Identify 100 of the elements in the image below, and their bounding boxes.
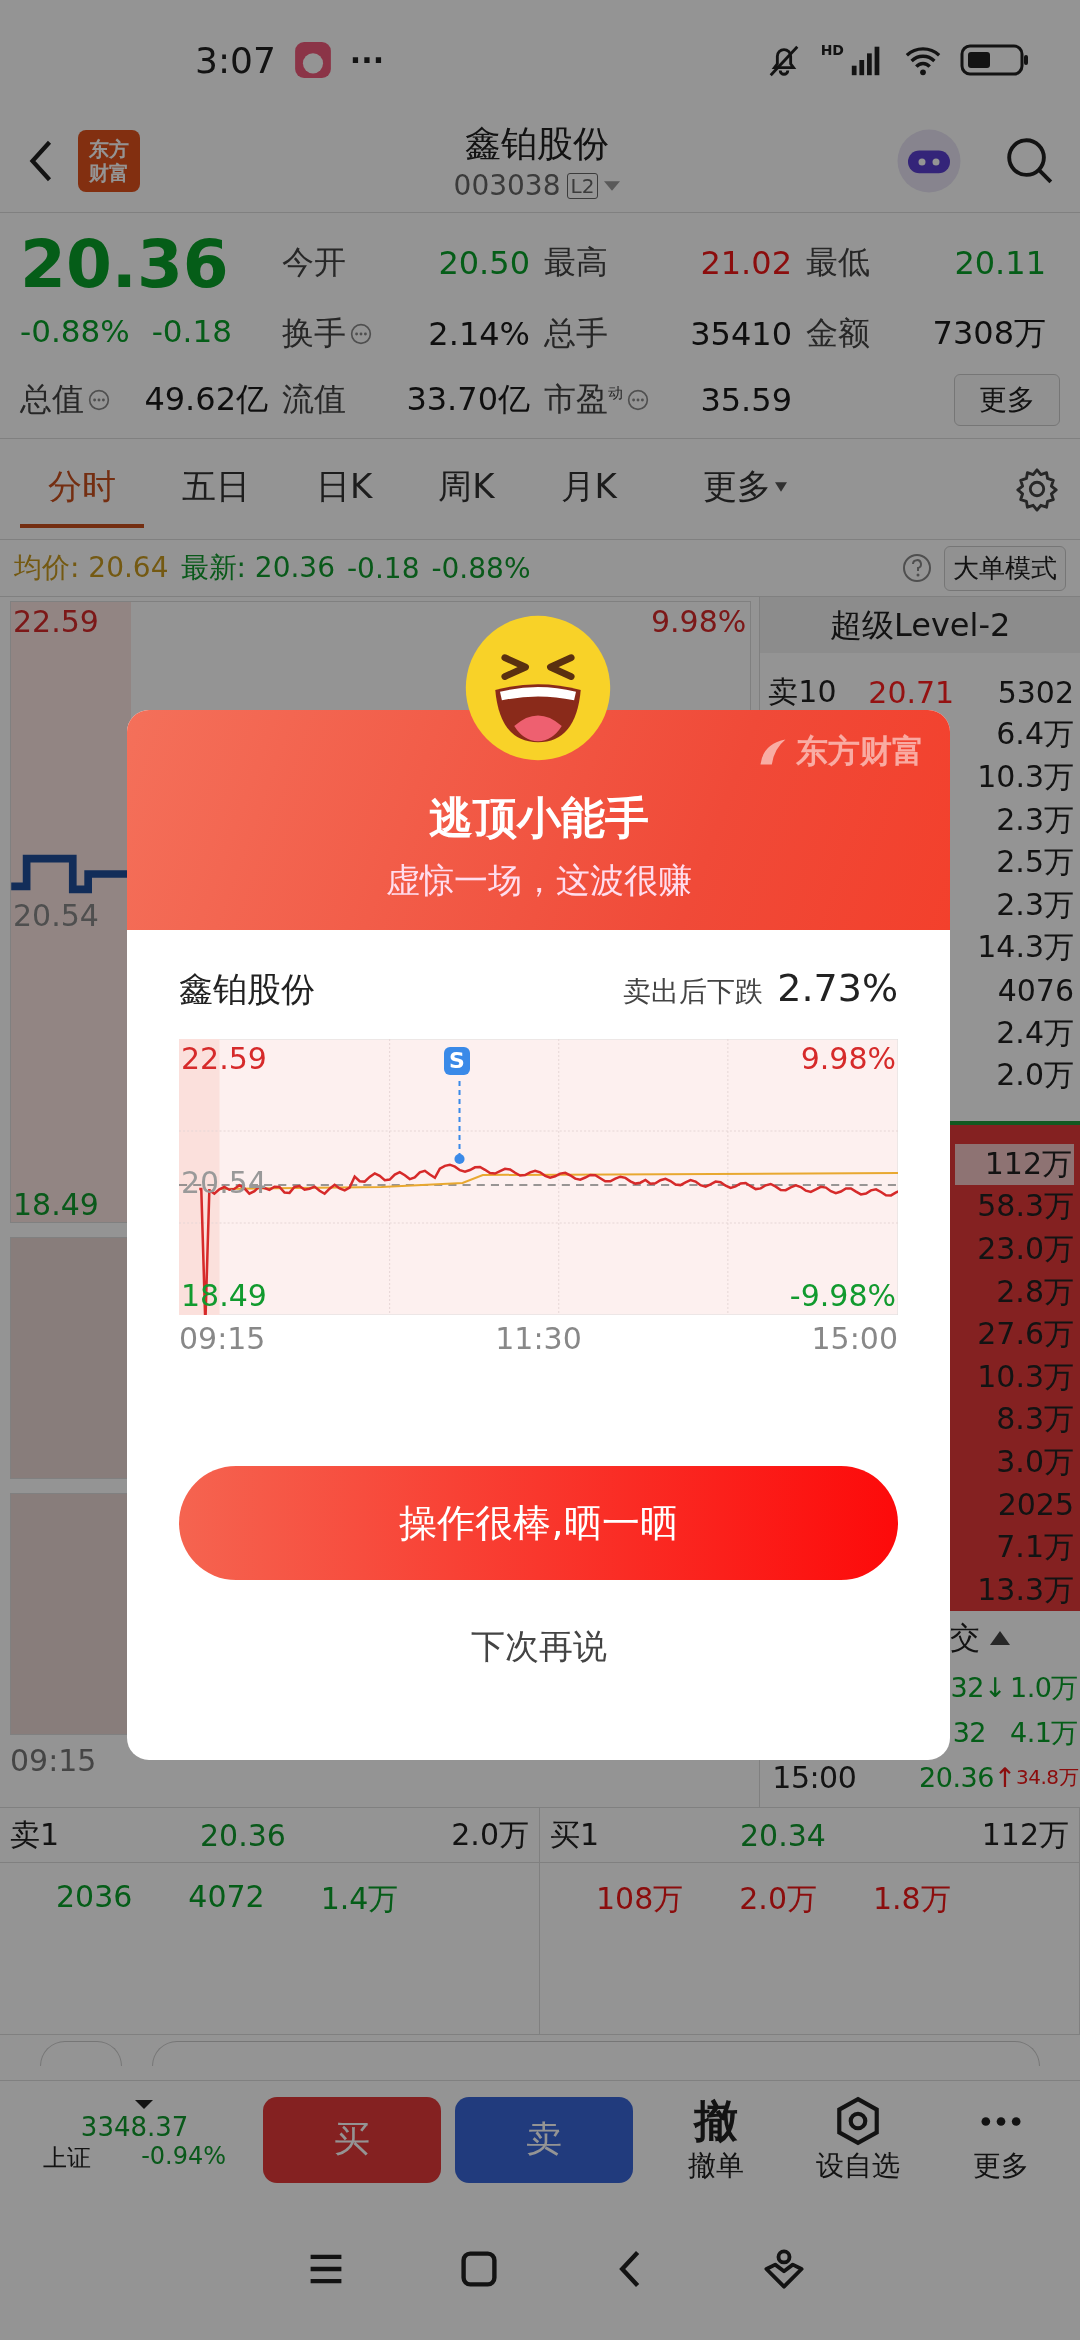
level-label: 卖1 [10, 1815, 61, 1854]
order-quantity: 27.6万 [977, 1315, 1074, 1354]
order-quantity: 14.3万 [977, 928, 1074, 967]
stat-label: 最低 [806, 242, 870, 283]
stock-name: 鑫铂股份 [179, 968, 315, 1011]
order-quantity: 8.3万 [996, 1400, 1074, 1439]
stat-value: 7308万 [932, 313, 1046, 354]
axis-label: 22.59 [181, 1041, 267, 1076]
order-quantity: 2.0万 [996, 1056, 1074, 1095]
more-button[interactable]: 更多 [954, 374, 1060, 426]
stat-value: 20.11 [954, 244, 1046, 282]
trade-volume: 4.1万 [1010, 1715, 1078, 1750]
axis-label: 9.98% [651, 604, 747, 639]
stat-value: 33.70亿 [406, 379, 530, 420]
trade-time: 15:00 [772, 1760, 857, 1796]
index-value: 3348.37 [80, 2111, 189, 2142]
info-icon[interactable] [627, 389, 649, 411]
stat-label: 换手 [282, 313, 346, 354]
help-icon[interactable] [902, 553, 932, 583]
sell-button[interactable]: 卖 [454, 2096, 633, 2183]
axis-label: 20.54 [13, 898, 99, 933]
share-button[interactable]: 操作很棒,晒一晒 [179, 1466, 898, 1580]
stat-value: 2.14% [428, 315, 530, 353]
change-percent: -0.88% [20, 313, 130, 349]
more-dropdown[interactable]: 更多 [674, 450, 815, 528]
info-icon[interactable] [88, 389, 110, 411]
chart-tab[interactable]: 月K [532, 450, 645, 528]
app-notification-icon [293, 41, 332, 79]
big-order-mode-button[interactable]: 大单模式 [944, 545, 1066, 591]
order-book-title: 超级Level-2 [760, 597, 1080, 653]
order-detail: 108万 [596, 1880, 684, 1918]
order-quantity: 2.5万 [996, 843, 1074, 882]
order-detail: 1.8万 [873, 1880, 951, 1918]
stat-label: 市盈$^{动}$ [544, 379, 623, 420]
order-quantity: 10.3万 [977, 1357, 1074, 1396]
assistant-icon[interactable] [761, 2247, 806, 2291]
status-time: 3:07 [195, 39, 276, 81]
trade-direction: ↑ [993, 1762, 1016, 1794]
result-label: 卖出后下跌 [623, 974, 764, 1010]
cancel-order-button[interactable]: 撤 撤单 [656, 2094, 776, 2185]
chart-tab[interactable]: 五日 [154, 450, 278, 528]
stat-value: 35.59 [700, 381, 792, 419]
order-detail: 2.0万 [739, 1880, 817, 1918]
more-notifications: ··· [349, 42, 385, 78]
result-value: 2.73% [777, 966, 898, 1010]
chart-tab[interactable]: 周K [410, 450, 523, 528]
level-quantity: 2.0万 [451, 1815, 529, 1854]
dismiss-link[interactable]: 下次再说 [470, 1624, 607, 1670]
caret-icon[interactable] [135, 2099, 153, 2109]
change-amount: -0.18 [151, 313, 232, 349]
order-quantity: 2025 [997, 1487, 1074, 1523]
time-label: 15:00 [811, 1321, 898, 1356]
stock-code: 003038 [453, 169, 561, 202]
order-quantity: 58.3万 [977, 1187, 1074, 1226]
trade-price: 32 [950, 1672, 984, 1704]
sort-icon[interactable] [990, 1631, 1011, 1646]
order-quantity: 2.3万 [996, 885, 1074, 924]
time-label: 09:15 [10, 1743, 98, 1778]
order-quantity: 5302 [997, 674, 1074, 710]
order-quantity: 2.3万 [996, 800, 1074, 839]
current-price: 20.36 [20, 225, 229, 305]
add-watchlist-button[interactable]: 设自选 [799, 2094, 918, 2185]
trade-price: 20.36 [919, 1762, 994, 1794]
stat-value: 21.02 [700, 244, 792, 282]
level-badge: L2 [566, 172, 599, 199]
brand-name: 东方财富 [796, 731, 924, 772]
level-price: 20.34 [740, 1817, 827, 1853]
network-type: HD [820, 42, 844, 58]
order-detail: 2036 [56, 1879, 133, 1916]
latest-change-percent: -0.88% [431, 551, 531, 585]
trade-direction: ↓ [983, 1672, 1007, 1704]
trade-price: 32 [952, 1717, 987, 1749]
stat-value: 49.62亿 [144, 379, 268, 420]
order-quantity: 13.3万 [977, 1570, 1074, 1609]
chart-tab[interactable]: 分时 [20, 450, 144, 528]
caret-icon[interactable] [774, 482, 787, 492]
level-label: 买1 [550, 1815, 601, 1854]
time-label: 11:30 [495, 1321, 582, 1356]
buy-button[interactable]: 买 [263, 2096, 441, 2183]
order-price: 20.71 [868, 674, 956, 710]
stock-name: 鑫铂股份 [465, 122, 609, 166]
latest-price: 最新: 20.36 [180, 550, 335, 586]
stat-value: 20.50 [438, 244, 530, 282]
more-button[interactable]: 更多 [941, 2094, 1060, 2185]
order-quantity: 4076 [997, 972, 1074, 1008]
order-quantity: 2.8万 [996, 1272, 1074, 1311]
order-quantity: 2.4万 [996, 1013, 1074, 1052]
index-change: -0.94% [141, 2141, 227, 2172]
more-icon [978, 2114, 1023, 2128]
axis-label: 9.98% [800, 1041, 896, 1076]
stat-label: 今开 [282, 242, 346, 283]
settings-icon[interactable] [1014, 466, 1060, 512]
order-quantity: 6.4万 [996, 715, 1074, 754]
app-logo[interactable]: 东方 财富 [78, 130, 140, 192]
info-icon[interactable] [350, 323, 372, 345]
order-quantity: 112万 [954, 1143, 1074, 1185]
dialog-subtitle: 虚惊一场，这波很赚 [385, 859, 692, 902]
chart-tab[interactable]: 日K [288, 450, 401, 528]
latest-change: -0.18 [347, 551, 420, 585]
index-name: 上证 [43, 2142, 92, 2174]
